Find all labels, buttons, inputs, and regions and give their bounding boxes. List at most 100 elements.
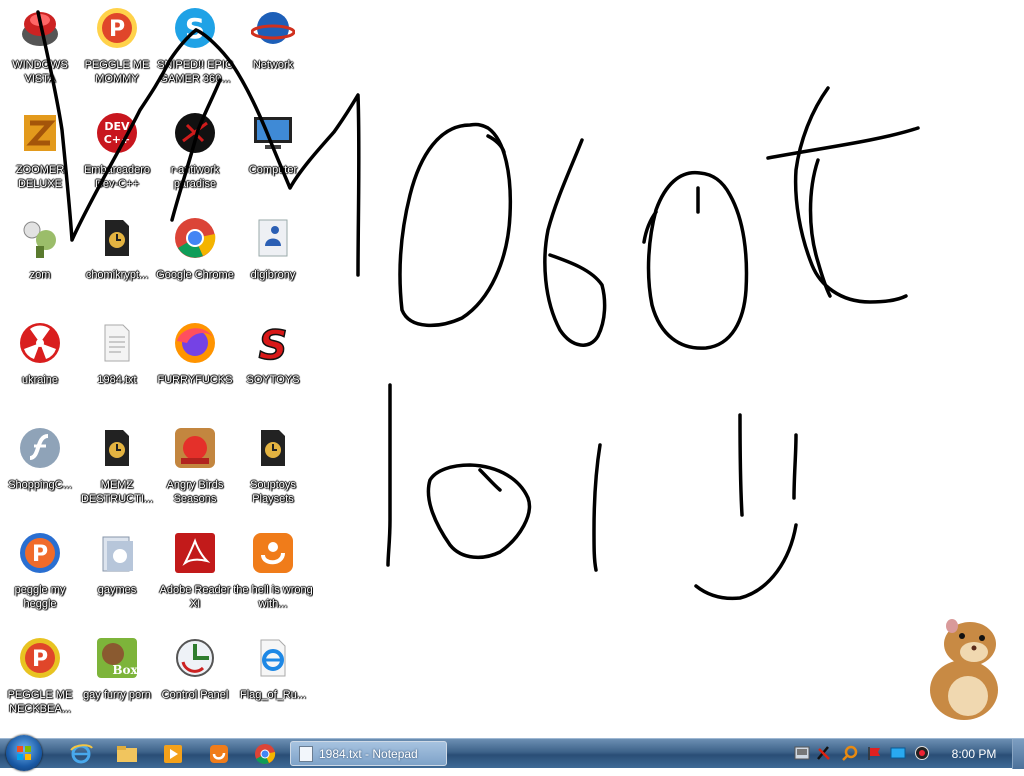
chrome-icon (175, 218, 216, 258)
lnk-file-icon (105, 220, 129, 256)
desktop-icon-computer[interactable]: Computer (233, 107, 313, 207)
chrome-icon[interactable] (252, 742, 278, 766)
svg-text:Box: Box (112, 663, 138, 677)
desktop-icon-flag-of-ru[interactable]: Flag_of_Ru... (233, 632, 313, 732)
icon-label: ZOOMER DELUXE (15, 164, 65, 190)
svg-text:S: S (185, 12, 205, 45)
uc-browser-icon (253, 533, 293, 573)
peggle-icon: P (20, 638, 60, 678)
control-panel-icon (176, 639, 214, 677)
desktop-icon-windows-vista[interactable]: WINDOWS VISTA (0, 2, 80, 102)
svg-text:P: P (109, 17, 125, 42)
desktop-icon-network[interactable]: Network (233, 2, 313, 102)
start-button[interactable] (6, 735, 42, 771)
icon-label: SOYTOYS (246, 374, 300, 386)
desktop-icon-zom[interactable]: zom (0, 212, 80, 312)
taskbar-button-label: 1984.txt - Notepad (319, 747, 418, 761)
soytoys-s-icon: S (258, 322, 288, 365)
volume-tray-icon[interactable] (914, 745, 930, 761)
desktop-icon-dev-cpp[interactable]: DEV C++ Embarcadero Dev-C++ (77, 107, 157, 207)
lnk-file-icon (105, 430, 129, 466)
folder-icon[interactable] (114, 742, 140, 766)
peggle-icon: P (97, 8, 137, 48)
icon-label: digibrony (250, 269, 296, 281)
icon-label: peggle my heggle (14, 584, 66, 610)
desktop-icon-gay-furry-porn[interactable]: Box gay furry porn (77, 632, 157, 732)
desktop-icon-shoppingc[interactable]: ShoppingC... (0, 422, 80, 522)
icon-label: MEMZ DESTRUCTI... (80, 479, 154, 505)
icon-label: PEGGLE ME NECKBEA... (7, 689, 73, 715)
paradise-icon (175, 113, 215, 153)
desktop-icon-soytoys[interactable]: S SOYTOYS (233, 317, 313, 417)
vista-orb-icon (22, 12, 58, 46)
desktop-icon-adobe-reader[interactable]: Adobe Reader XI (155, 527, 235, 627)
flag-tray-icon[interactable] (866, 745, 882, 761)
svg-text:P: P (32, 542, 48, 567)
desktop-icon-peggle-my-heggle[interactable]: P peggle my heggle (0, 527, 80, 627)
desktop-icon-digibrony[interactable]: digibrony (233, 212, 313, 312)
icon-label: Souptoys Playsets (250, 479, 296, 505)
desktop-icon-souptoys-playsets[interactable]: Souptoys Playsets (233, 422, 313, 522)
text-file-icon (104, 324, 130, 362)
uc-browser-icon[interactable] (206, 742, 232, 766)
desktop-icon-1984-txt[interactable]: 1984.txt (77, 317, 157, 417)
icon-label: Computer (248, 164, 298, 176)
zuma-icon (24, 115, 56, 151)
desktop-icon-ukraine[interactable]: ukraine (0, 317, 80, 417)
devcpp-icon: DEVC++ (97, 113, 137, 153)
desktop-icon-memz[interactable]: MEMZ DESTRUCTI... (77, 422, 157, 522)
desktop-icon-control-panel[interactable]: Control Panel (155, 632, 235, 732)
desktop-icon-furryfucks[interactable]: FURRYFUCKS (155, 317, 235, 417)
desktop-icon-peggle-me-neckbea[interactable]: P PEGGLE ME NECKBEA... (0, 632, 80, 732)
icon-label: gay furry porn (83, 689, 151, 701)
icon-label: r-antiwork paradise (170, 164, 220, 190)
hamster-buddy-icon[interactable] (918, 612, 1010, 722)
icon-label: chomikrypt... (85, 269, 149, 281)
icon-label: ukraine (21, 374, 59, 386)
peggle-icon: P (20, 533, 60, 573)
media-player-icon[interactable] (160, 742, 186, 766)
svg-text:DEV: DEV (104, 120, 130, 133)
lnk-file-icon (261, 430, 285, 466)
icon-label: Control Panel (161, 689, 229, 701)
internet-explorer-icon[interactable] (68, 742, 94, 766)
flash-icon (20, 428, 60, 468)
desktop-icon-angry-birds-seasons[interactable]: Angry Birds Seasons (155, 422, 235, 522)
adobe-reader-icon (175, 533, 215, 573)
icon-label: Google Chrome (156, 269, 234, 281)
network-tray-icon[interactable] (794, 745, 810, 761)
taskbar: 1984.txt - Notepad 8:00 PM (0, 735, 1024, 771)
display-tray-icon[interactable] (890, 745, 906, 761)
zombie-icon (23, 221, 56, 258)
desktop[interactable]: WINDOWS VISTA ZOOMER DELUXE zom ukraine … (0, 0, 1024, 738)
icon-label: ShoppingC... (8, 479, 72, 491)
desktop-icon-sniped[interactable]: S SNIPED!! EPIC GAMER 360... (155, 2, 235, 102)
desktop-icon-hell-is-wrong[interactable]: the hell is wrong with... (233, 527, 313, 627)
icon-label: the hell is wrong with... (233, 584, 313, 610)
desktop-icon-peggle-me-mommy[interactable]: P PEGGLE ME MOMMY (77, 2, 157, 102)
search-tray-icon[interactable] (842, 745, 858, 761)
desktop-icon-antiwork-paradise[interactable]: r-antiwork paradise (155, 107, 235, 207)
taskbar-clock[interactable]: 8:00 PM (936, 747, 1012, 761)
desktop-icon-google-chrome[interactable]: Google Chrome (155, 212, 235, 312)
desktop-icon-gaymes[interactable]: gaymes (77, 527, 157, 627)
icon-label: SNIPED!! EPIC GAMER 360... (157, 59, 233, 85)
icon-label: FURRYFUCKS (157, 374, 233, 386)
desktop-icon-chomikrypt[interactable]: chomikrypt... (77, 212, 157, 312)
desktop-icon-zoomer-deluxe[interactable]: ZOOMER DELUXE (0, 107, 80, 207)
games-folder-icon (102, 536, 133, 572)
angry-birds-icon (175, 428, 215, 468)
icon-label: 1984.txt (97, 374, 137, 386)
radiation-icon (20, 323, 60, 363)
windows-logo-icon (17, 746, 31, 760)
network-globe-icon (251, 12, 295, 44)
icon-label: Adobe Reader XI (159, 584, 231, 610)
icon-label: Angry Birds Seasons (166, 479, 224, 505)
taskbar-button-notepad[interactable]: 1984.txt - Notepad (290, 741, 447, 766)
security-flag-icon[interactable] (816, 745, 832, 761)
svg-text:S: S (259, 323, 288, 365)
icon-label: zom (29, 269, 51, 281)
icon-label: gaymes (97, 584, 137, 596)
show-desktop-button[interactable] (1012, 739, 1024, 769)
notepad-icon (299, 746, 313, 762)
